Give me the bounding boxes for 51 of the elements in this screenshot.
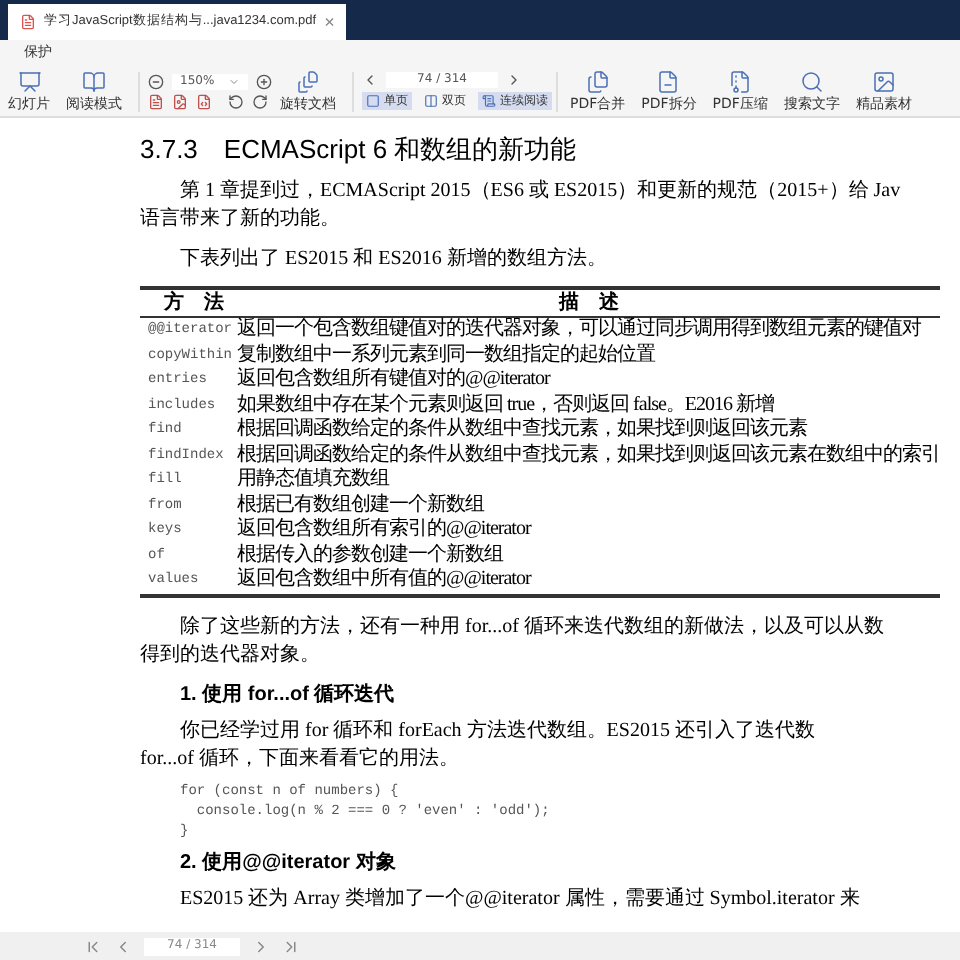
table-cell: 返回包含数组所有键值对的@@iterator bbox=[237, 368, 940, 393]
paragraph-line: 第 1 章提到过，ECMAScript 2015（ES6 或 ES2015）和更新的规范（2015+）给 Jav bbox=[178, 178, 903, 206]
paragraph-line: ES2015 还为 Array 类增加了一个@@iterator 属性，需要通过 Symbol.iterator 来 bbox=[178, 885, 862, 913]
page-icon bbox=[366, 94, 380, 108]
document-icon[interactable] bbox=[196, 93, 212, 109]
table-cell: 根据回调函数给定的条件从数组中查找元素，如果找到则返回该元素 bbox=[237, 418, 940, 443]
table-cell-text: 复制数组中一系列元素到同一数组指定的起始位置 bbox=[237, 343, 657, 367]
column-header: 方 法 bbox=[140, 288, 237, 317]
previous-page-icon[interactable] bbox=[114, 937, 132, 955]
column-header: 描 述 bbox=[237, 288, 940, 317]
paragraph-line: 语言带来了新的功能。 bbox=[140, 206, 342, 234]
previous-page-icon[interactable] bbox=[362, 72, 378, 88]
picture-frame-icon bbox=[871, 70, 896, 94]
search-icon bbox=[799, 70, 824, 94]
paragraph-line: for...of 循环，下面来看看它的用法。 bbox=[140, 745, 461, 773]
first-page-icon[interactable] bbox=[84, 937, 102, 955]
zoom-in-icon[interactable] bbox=[256, 73, 272, 89]
last-page-icon[interactable] bbox=[282, 937, 300, 955]
book-icon bbox=[82, 70, 106, 94]
close-button[interactable]: × bbox=[324, 13, 335, 31]
two-pages-icon bbox=[424, 94, 438, 108]
table-cell-text: 根据已有数组创建一个新数组 bbox=[237, 493, 487, 517]
archive-icon bbox=[728, 70, 753, 94]
document-icon bbox=[656, 70, 681, 94]
table-cell-text: 根据回调函数给定的条件从数组中查找元素，如果找到则返回该元素在数组中的索引 bbox=[237, 443, 940, 467]
table-cell: 返回一个包含数组键值对的迭代器对象，可以通过同步调用得到数组元素的键值对 bbox=[237, 317, 940, 343]
pdf-icon bbox=[20, 14, 36, 30]
paragraph: 下表列出了 ES2015 和 ES2016 新增的数组方法。 bbox=[178, 246, 609, 274]
paragraph-line: 得到的迭代器对象。 bbox=[140, 641, 322, 669]
paragraph-line: 你已经学过用 for 循环和 forEach 方法迭代数组。ES2015 还引入了迭代数 bbox=[178, 717, 817, 745]
document-icon[interactable] bbox=[172, 93, 188, 109]
documents-icon bbox=[585, 70, 610, 94]
table-cell: 如果数组中存在某个元素则返回 true，否则返回 false。E2016 新增 bbox=[237, 393, 940, 418]
paragraph-line: 除了这些新的方法，还有一种用 for...of 循环来迭代数组的新做法，以及可以从数 bbox=[178, 613, 886, 641]
table-cell: 用静态值填充数组 bbox=[237, 468, 940, 493]
rotate-right-icon[interactable] bbox=[252, 93, 268, 109]
slideshow-icon bbox=[17, 70, 41, 94]
documents-icon bbox=[296, 70, 320, 94]
next-page-icon[interactable] bbox=[252, 937, 270, 955]
document-icon[interactable] bbox=[148, 93, 164, 109]
table-cell-text: 根据传入的参数创建一个新数组 bbox=[237, 543, 506, 567]
subsection-heading: 2. 使用@@iterator 对象 bbox=[178, 849, 398, 877]
scroll-icon bbox=[482, 94, 496, 108]
zoom-out-icon[interactable] bbox=[148, 73, 164, 89]
rotate-left-icon[interactable] bbox=[228, 93, 244, 109]
section-heading: 3.7.3 ECMAScript 6 和数组的新功能 bbox=[140, 134, 579, 166]
table-cell-text: 返回包含数组所有索引的@@iterator bbox=[237, 518, 534, 543]
next-page-icon[interactable] bbox=[506, 72, 522, 88]
table-cell: 返回包含数组中所有值的@@iterator bbox=[237, 568, 940, 595]
subsection-heading: 1. 使用 for...of 循环迭代 bbox=[178, 681, 397, 709]
caret-icon bbox=[228, 75, 240, 87]
